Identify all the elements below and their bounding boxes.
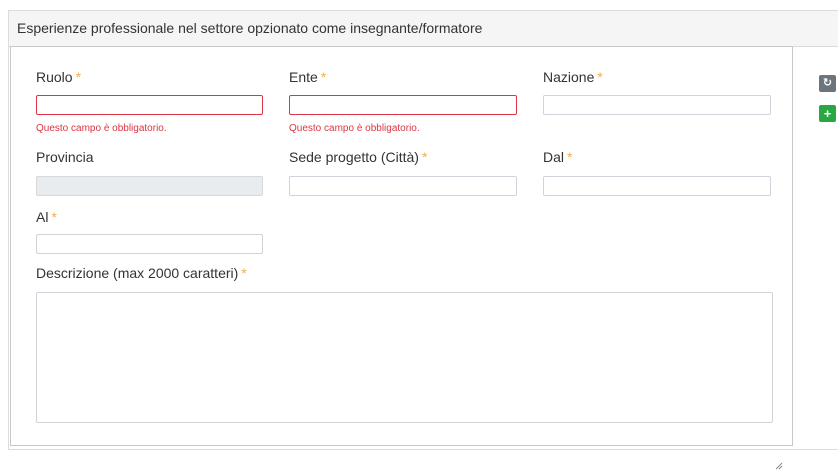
ruolo-error: Questo campo è obbligatorio. (36, 123, 167, 134)
al-label: Al * (36, 209, 57, 225)
resize-grip-icon[interactable] (775, 462, 783, 470)
al-input[interactable] (36, 234, 263, 254)
required-marker: * (75, 69, 82, 85)
ente-input[interactable] (289, 95, 517, 115)
required-marker: * (51, 209, 57, 225)
sede-label: Sede progetto (Città) * (289, 149, 428, 165)
dal-input[interactable] (543, 176, 771, 196)
required-marker: * (567, 149, 573, 165)
plus-icon: + (823, 106, 832, 121)
required-marker: * (241, 265, 247, 281)
ente-error: Questo campo è obbligatorio. (289, 123, 420, 134)
ruolo-input[interactable] (36, 95, 263, 115)
required-marker: * (421, 149, 428, 165)
nazione-input[interactable] (543, 95, 771, 115)
ente-label: Ente * (289, 69, 327, 85)
nazione-label: Nazione * (543, 69, 603, 85)
required-marker: * (320, 69, 327, 85)
provincia-input (36, 176, 263, 196)
panel-title: Esperienze professionale nel settore opz… (9, 11, 838, 47)
descrizione-textarea[interactable] (36, 292, 773, 423)
dal-label: Dal * (543, 149, 573, 165)
descrizione-label: Descrizione (max 2000 caratteri) * (36, 265, 247, 281)
add-entry-button[interactable]: + (819, 105, 836, 122)
provincia-label: Provincia (36, 149, 94, 165)
required-marker: * (597, 69, 603, 85)
refresh-button[interactable]: ↻ (819, 75, 836, 92)
refresh-icon: ↻ (822, 77, 833, 89)
experience-form: Ruolo * Questo campo è obbligatorio. Ente… (10, 46, 793, 470)
sede-input[interactable] (289, 176, 517, 196)
ruolo-label: Ruolo * (36, 69, 82, 85)
